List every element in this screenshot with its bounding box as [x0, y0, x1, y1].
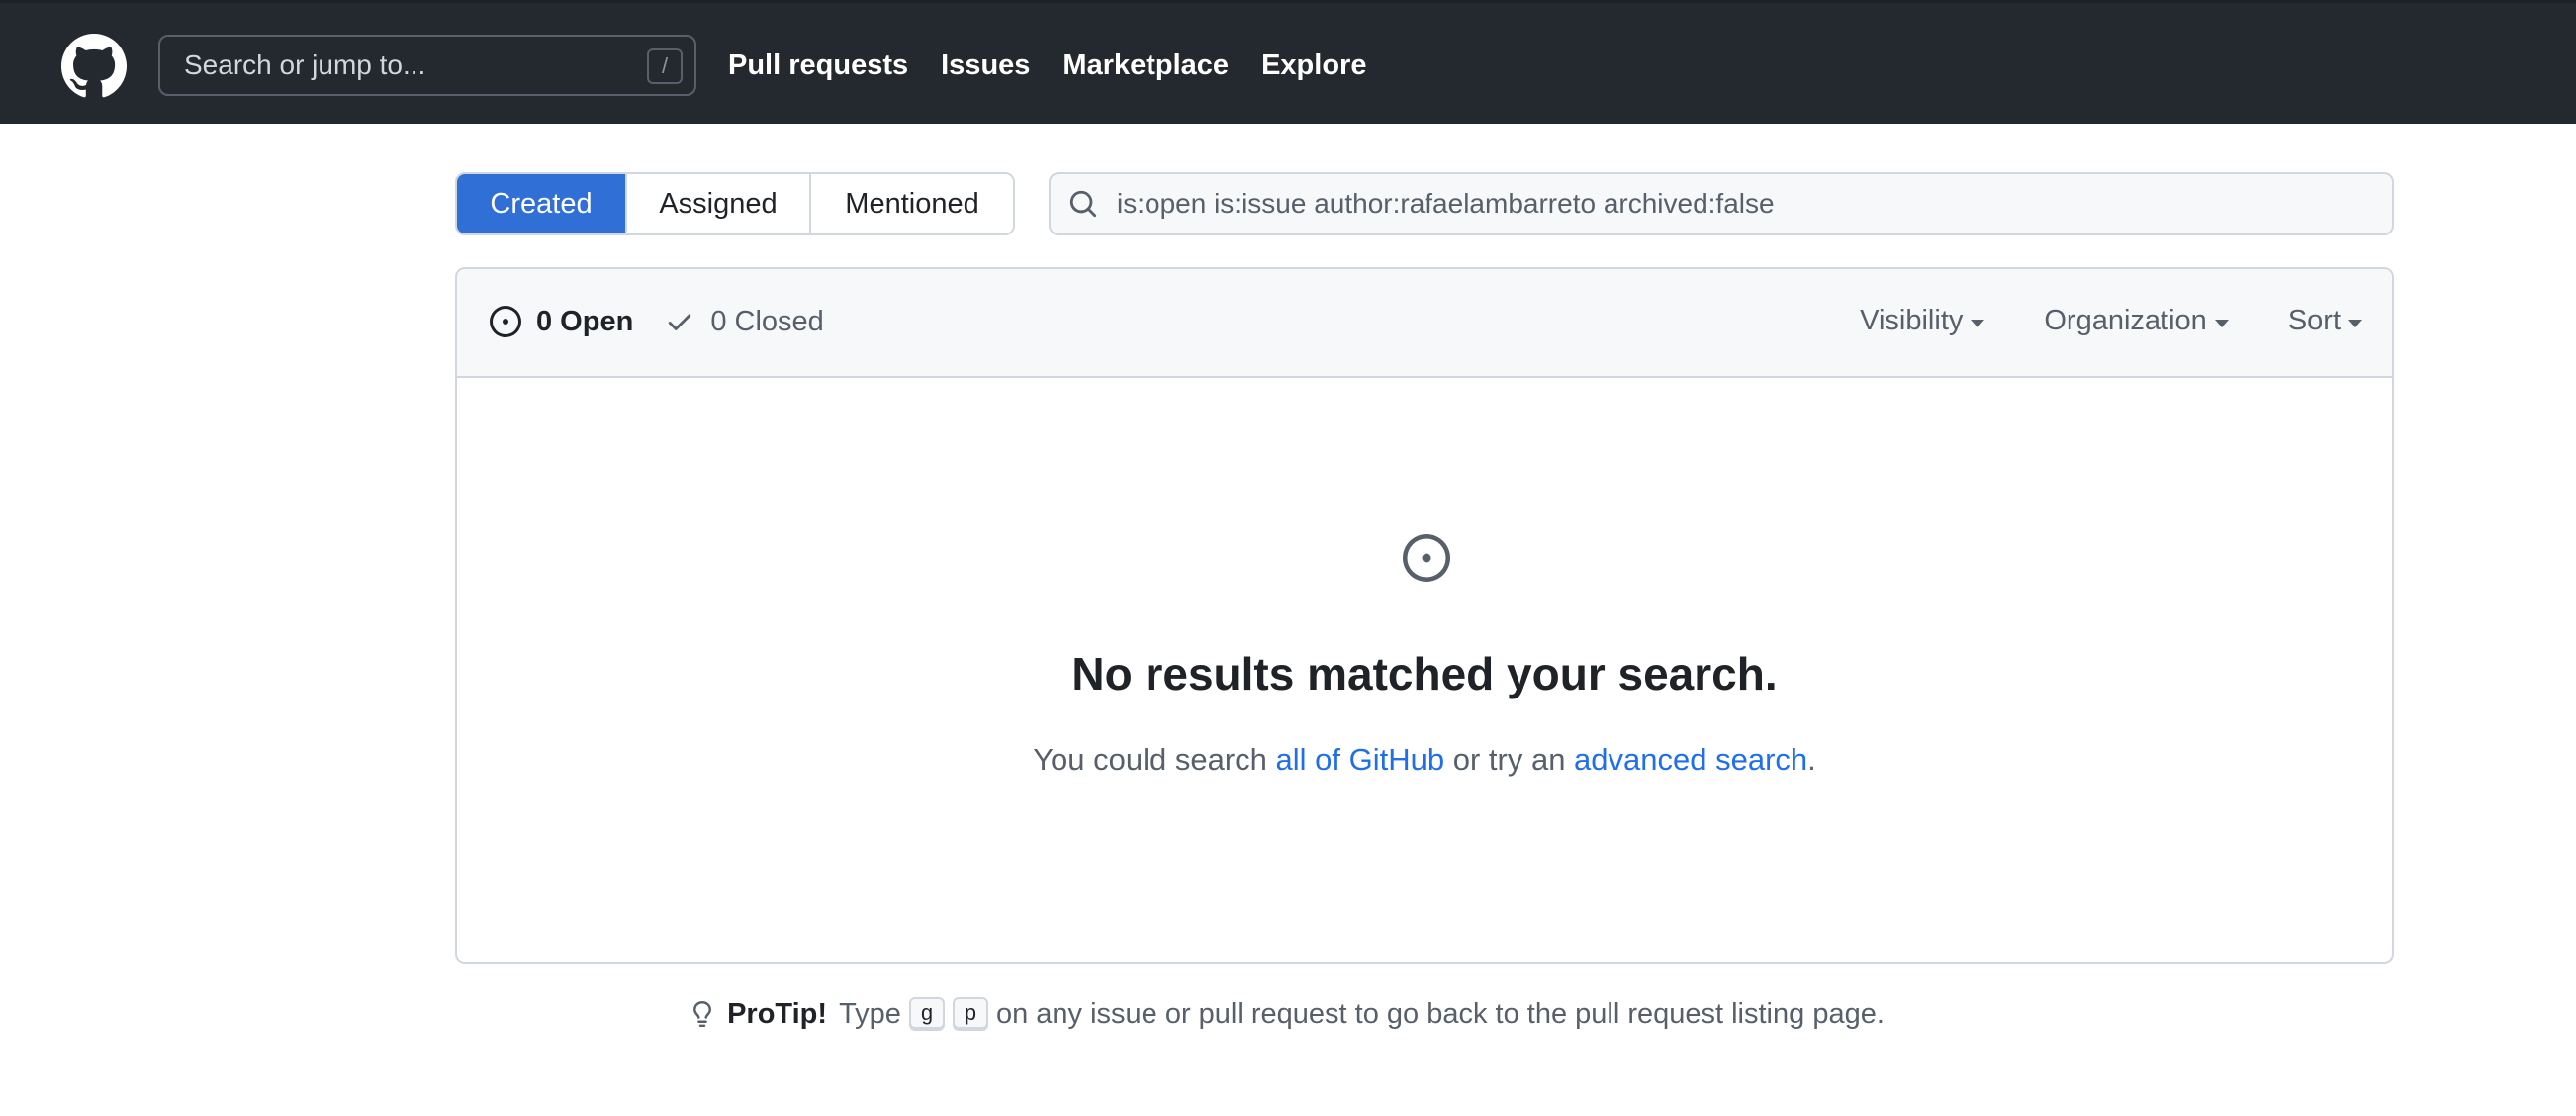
- blank-desc-pre: You could search: [1033, 742, 1276, 777]
- issues-subnav: Created Assigned Mentioned: [455, 172, 1015, 235]
- tab-mentioned[interactable]: Mentioned: [811, 174, 1013, 233]
- blankslate-heading: No results matched your search.: [1071, 648, 1778, 699]
- tab-created[interactable]: Created: [457, 174, 627, 233]
- state-toggle: 0 Open 0 Closed: [489, 305, 854, 338]
- organization-dropdown[interactable]: Organization: [2044, 305, 2229, 337]
- light-bulb-icon: [688, 996, 717, 1032]
- open-count-label: 0 Open: [536, 305, 634, 337]
- closed-count-label: 0 Closed: [710, 305, 824, 337]
- blankslate-description: You could search all of GitHub or try an…: [457, 742, 2392, 778]
- protip-label: ProTip!: [727, 997, 828, 1030]
- issue-filter-input[interactable]: [1117, 188, 2363, 220]
- search-icon: [1065, 186, 1101, 222]
- protip-text-1: Type: [839, 997, 901, 1030]
- global-search-placeholder: Search or jump to...: [184, 49, 426, 80]
- sort-dropdown[interactable]: Sort: [2288, 305, 2362, 337]
- github-logo-icon[interactable]: [61, 34, 127, 99]
- protip-text-2: on any issue or pull request to go back …: [995, 997, 1885, 1030]
- tab-assigned[interactable]: Assigned: [627, 174, 811, 233]
- chevron-down-icon: [2348, 319, 2362, 327]
- global-header: Search or jump to... / Pull requests Iss…: [0, 0, 2576, 124]
- blank-desc-mid: or try an: [1444, 742, 1575, 777]
- results-header: 0 Open 0 Closed Visibility Organization …: [457, 269, 2392, 378]
- top-nav: Pull requests Issues Marketplace Explore: [728, 43, 1399, 88]
- closed-filter[interactable]: 0 Closed: [663, 305, 824, 338]
- all-of-github-link[interactable]: all of GitHub: [1276, 742, 1445, 777]
- issue-opened-icon: [1403, 534, 1450, 582]
- results-box: 0 Open 0 Closed Visibility Organization …: [455, 267, 2394, 964]
- kbd-p: p: [952, 997, 988, 1031]
- nav-issues[interactable]: Issues: [941, 43, 1030, 88]
- check-icon: [663, 305, 696, 338]
- blankslate: No results matched your search. You coul…: [457, 378, 2392, 962]
- nav-explore[interactable]: Explore: [1261, 43, 1366, 88]
- filter-dropdowns: Visibility Organization Sort: [1800, 305, 2362, 337]
- sort-label: Sort: [2287, 305, 2341, 336]
- protip: ProTip! Type g p on any issue or pull re…: [0, 996, 2576, 1032]
- search-shortcut-key: /: [647, 48, 683, 84]
- organization-label: Organization: [2044, 305, 2207, 336]
- nav-pull-requests[interactable]: Pull requests: [728, 43, 908, 88]
- issue-opened-icon: [489, 305, 522, 338]
- nav-marketplace[interactable]: Marketplace: [1062, 43, 1229, 88]
- chevron-down-icon: [2214, 319, 2229, 327]
- global-search-input[interactable]: Search or jump to... /: [158, 35, 696, 96]
- issue-filter-search: [1049, 172, 2394, 235]
- kbd-g: g: [908, 997, 945, 1031]
- advanced-search-link[interactable]: advanced search: [1574, 742, 1807, 777]
- chevron-down-icon: [1971, 319, 1985, 327]
- blank-desc-post: .: [1807, 742, 1816, 777]
- open-filter[interactable]: 0 Open: [489, 305, 633, 338]
- visibility-dropdown[interactable]: Visibility: [1860, 305, 1985, 337]
- visibility-label: Visibility: [1860, 305, 1964, 336]
